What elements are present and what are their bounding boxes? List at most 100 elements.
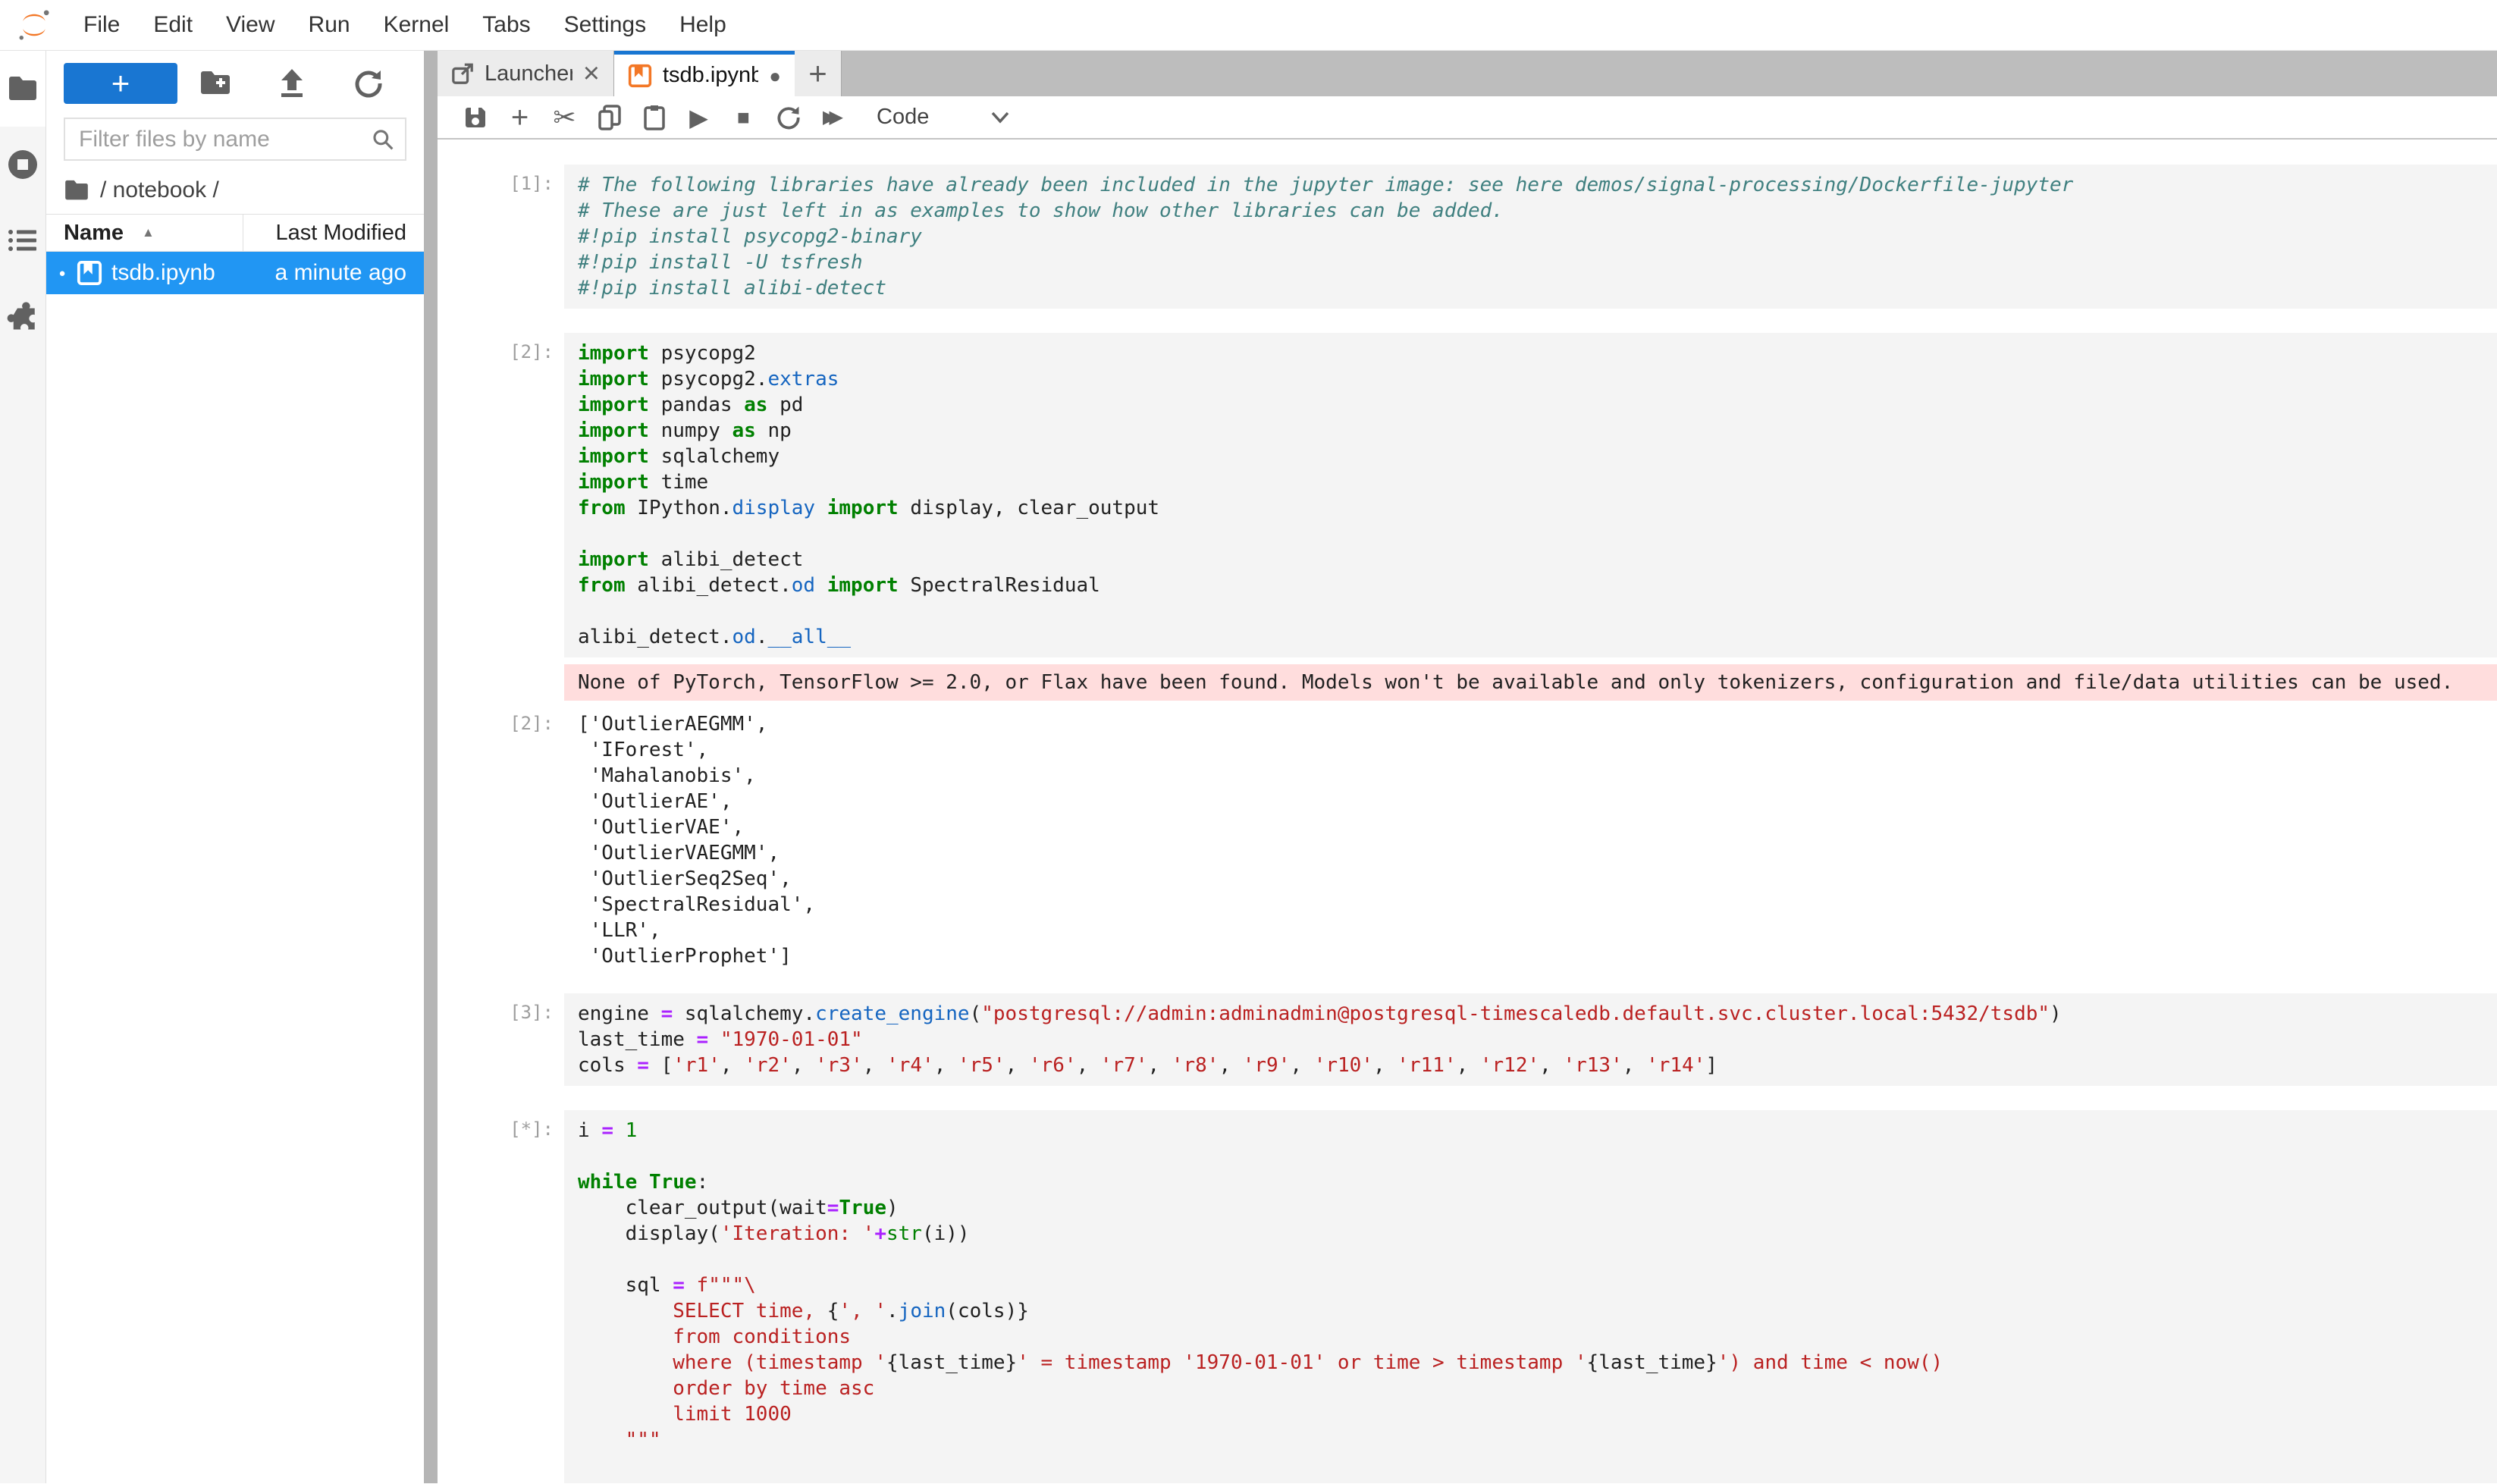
upload-button[interactable] <box>254 63 331 104</box>
code-line: from IPython.display import display, cle… <box>578 495 2497 521</box>
notebook-cell-1: [1]:# The following libraries have alrea… <box>438 165 2497 309</box>
copy-cells-button[interactable] <box>587 99 632 136</box>
sidebar-tab-table-of-contents[interactable] <box>0 202 45 278</box>
file-open-indicator: ● <box>51 267 74 280</box>
code-line: cols = ['r1', 'r2', 'r3', 'r4', 'r5', 'r… <box>578 1053 2497 1078</box>
column-header-last-modified[interactable]: Last Modified <box>243 215 424 251</box>
code-line: display('Iteration: '+str(i)) <box>578 1221 2497 1247</box>
cell-output-prompt: [2]: <box>438 707 564 969</box>
top-menu-bar: FileEditViewRunKernelTabsSettingsHelp <box>0 0 2497 51</box>
code-line: sql = f"""\ <box>578 1272 2497 1298</box>
file-browser-toolbar: + <box>46 51 424 110</box>
code-line: last_time = "1970-01-01" <box>578 1027 2497 1053</box>
file-row-tsdb-ipynb[interactable]: ● tsdb.ipynb a minute ago <box>46 252 424 294</box>
unsaved-changes-icon: ● <box>769 66 781 86</box>
menu-view[interactable]: View <box>209 0 291 50</box>
code-line: """ <box>578 1427 2497 1453</box>
cell-type-dropdown[interactable]: Code <box>877 105 929 130</box>
notebook-cell-3: [3]:engine = sqlalchemy.create_engine("p… <box>438 993 2497 1086</box>
code-line: alibi_detect.od.__all__ <box>578 624 2497 650</box>
code-line: #!pip install psycopg2-binary <box>578 224 2497 249</box>
menu-file[interactable]: File <box>67 0 136 50</box>
code-line: import sqlalchemy <box>578 444 2497 469</box>
code-line: import psycopg2.extras <box>578 366 2497 392</box>
cell-code-editor[interactable]: import psycopg2import psycopg2.extrasimp… <box>564 333 2497 657</box>
code-line: where (timestamp '{last_time}' = timesta… <box>578 1350 2497 1376</box>
breadcrumb-folder-icon <box>64 180 89 201</box>
notebook-icon <box>628 64 652 88</box>
file-listing-header: Name ▲ Last Modified <box>46 214 424 252</box>
new-folder-icon <box>199 71 231 96</box>
tab-tsdb-ipynb[interactable]: tsdb.ipynb ● <box>614 51 795 96</box>
code-line: limit 1000 <box>578 1401 2497 1427</box>
sidebar-tab-running-sessions[interactable] <box>0 127 45 202</box>
file-filter-input[interactable] <box>79 127 372 152</box>
code-line: SELECT time, {', '.join(cols)} <box>578 1298 2497 1324</box>
output-prompt-spacer <box>438 664 564 701</box>
tab-tsdb-label: tsdb.ipynb <box>663 63 758 88</box>
cell-code-editor[interactable]: engine = sqlalchemy.create_engine("postg… <box>564 993 2497 1086</box>
cell-input-prompt: [1]: <box>438 165 564 309</box>
plus-icon: + <box>511 102 529 133</box>
column-header-name[interactable]: Name ▲ <box>46 221 243 246</box>
code-line <box>578 598 2497 624</box>
menu-edit[interactable]: Edit <box>136 0 209 50</box>
cell-code-editor[interactable]: i = 1 while True: clear_output(wait=True… <box>564 1110 2497 1483</box>
sidebar-tab-extensions[interactable] <box>0 278 45 354</box>
stderr-output: None of PyTorch, TensorFlow >= 2.0, or F… <box>564 664 2497 701</box>
folder-icon <box>8 76 38 102</box>
left-activity-bar <box>0 51 46 1483</box>
panel-splitter[interactable] <box>424 51 438 1483</box>
insert-cell-button[interactable]: + <box>497 99 542 136</box>
cut-cells-button[interactable]: ✂ <box>542 99 587 136</box>
restart-icon <box>776 105 801 130</box>
launcher-icon <box>451 62 474 85</box>
code-line: order by time asc <box>578 1376 2497 1401</box>
menu-kernel[interactable]: Kernel <box>367 0 466 50</box>
main-dock-panel: Launcher × tsdb.ipynb ● + <box>438 51 2497 1483</box>
code-line: from conditions <box>578 1324 2497 1350</box>
upload-icon <box>278 69 306 98</box>
notebook-toolbar: + ✂ ▶ ■ <box>438 96 2497 140</box>
save-button[interactable] <box>453 99 497 136</box>
breadcrumb[interactable]: / notebook / <box>46 165 424 214</box>
file-name: tsdb.ipynb <box>111 260 215 286</box>
tab-close-icon[interactable]: × <box>583 59 600 88</box>
extensions-icon <box>7 300 39 332</box>
code-line: import alibi_detect <box>578 547 2497 573</box>
chevron-down-icon <box>990 110 1011 125</box>
refresh-button[interactable] <box>330 63 406 104</box>
paste-icon <box>644 105 665 130</box>
cell-type-dropdown-chevron[interactable] <box>990 110 1011 125</box>
new-folder-button[interactable] <box>177 63 254 104</box>
refresh-icon <box>354 69 383 98</box>
menu-help[interactable]: Help <box>663 0 743 50</box>
new-launcher-label: + <box>111 67 130 99</box>
code-line: import numpy as np <box>578 418 2497 444</box>
sort-ascending-icon: ▲ <box>142 225 155 240</box>
menu-settings[interactable]: Settings <box>547 0 663 50</box>
add-tab-button[interactable]: + <box>795 51 842 96</box>
copy-icon <box>598 105 621 130</box>
code-line <box>578 1479 2497 1483</box>
restart-run-all-button[interactable]: ▶▶ <box>811 99 855 136</box>
restart-kernel-button[interactable] <box>766 99 811 136</box>
interrupt-kernel-button[interactable]: ■ <box>721 99 766 136</box>
new-launcher-button[interactable]: + <box>64 63 177 104</box>
code-line <box>578 521 2497 547</box>
menu-tabs[interactable]: Tabs <box>466 0 547 50</box>
cell-output-text: ['OutlierAEGMM', 'IForest', 'Mahalanobis… <box>564 707 815 969</box>
sidebar-tab-file-browser[interactable] <box>0 51 45 127</box>
tab-launcher-label: Launcher <box>485 61 572 86</box>
file-browser-panel: + <box>46 51 424 1483</box>
paste-cells-button[interactable] <box>632 99 676 136</box>
save-icon <box>463 105 488 130</box>
run-cell-button[interactable]: ▶ <box>676 99 721 136</box>
file-filter-box <box>64 118 406 161</box>
menu-items: FileEditViewRunKernelTabsSettingsHelp <box>67 0 743 50</box>
menu-run[interactable]: Run <box>292 0 367 50</box>
fast-forward-icon: ▶▶ <box>823 108 843 127</box>
code-line: clear_output(wait=True) <box>578 1195 2497 1221</box>
cell-code-editor[interactable]: # The following libraries have already b… <box>564 165 2497 309</box>
tab-launcher[interactable]: Launcher × <box>438 51 614 96</box>
